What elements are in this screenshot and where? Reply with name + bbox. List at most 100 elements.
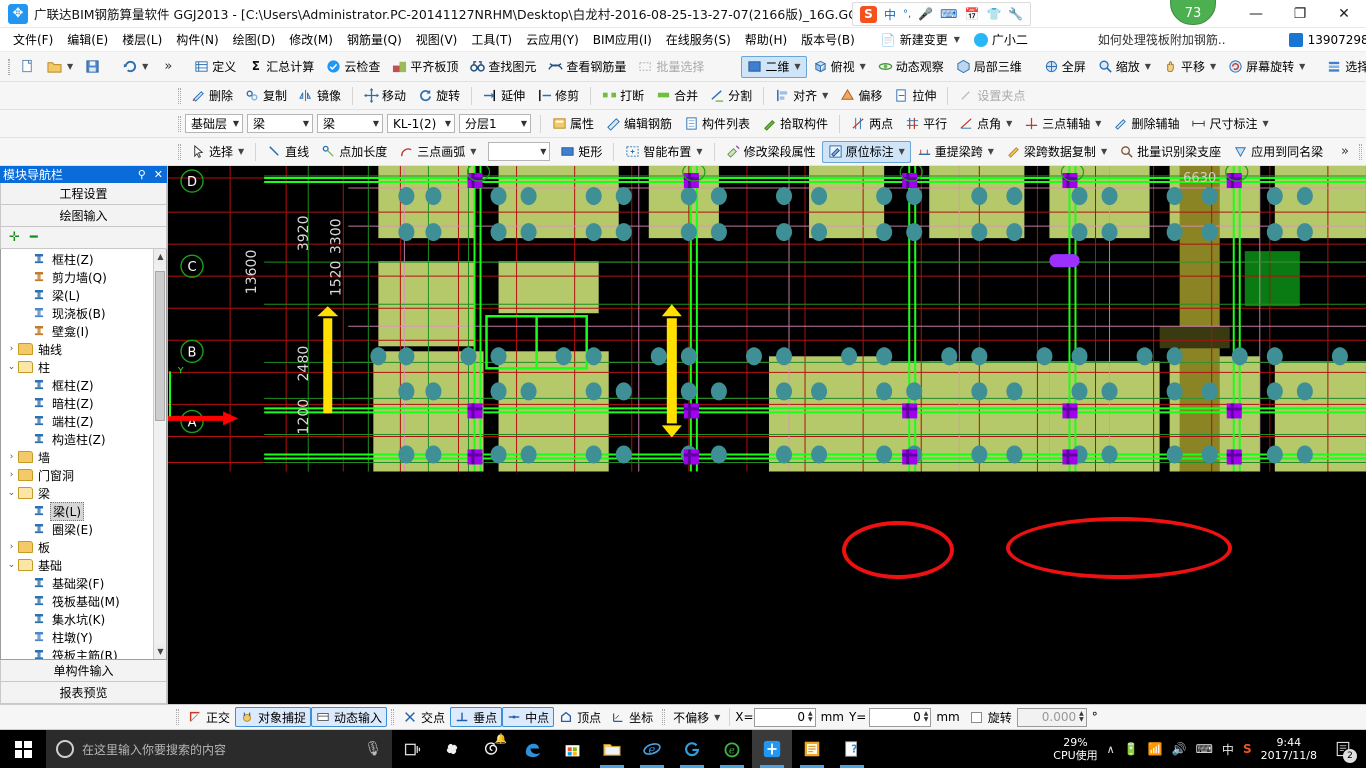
- sidebar-button-report-preview[interactable]: 报表预览: [0, 682, 167, 704]
- snap-object-button[interactable]: 对象捕捉: [235, 707, 312, 727]
- chevron-up-icon[interactable]: ∧: [1107, 743, 1115, 756]
- chevron-right-icon[interactable]: ›: [5, 344, 18, 354]
- set-grip-button[interactable]: 设置夹点: [953, 85, 1031, 107]
- ime-punct-label[interactable]: °,: [903, 9, 911, 20]
- rect-tool-button[interactable]: 矩形: [554, 141, 608, 163]
- view-2d-button[interactable]: 二维 ▼: [741, 55, 807, 78]
- new-file-button[interactable]: [14, 56, 41, 78]
- merge-button[interactable]: 合并: [650, 85, 704, 107]
- dimension-button[interactable]: 尺寸标注 ▼: [1185, 113, 1274, 135]
- snap-perpendicular-button[interactable]: 垂点: [450, 707, 503, 727]
- inplace-chevron-down-icon[interactable]: ▼: [899, 147, 905, 156]
- pan-button[interactable]: 平移 ▼: [1157, 56, 1222, 78]
- component-subtype-combo[interactable]: 梁 ▼: [317, 114, 383, 133]
- account-phone[interactable]: 13907298339: [1308, 33, 1366, 47]
- tree-node-2[interactable]: 梁(L): [1, 286, 166, 304]
- task-view-icon[interactable]: [392, 730, 432, 768]
- menu-item-file[interactable]: 文件(F): [6, 28, 60, 51]
- tree-node-5[interactable]: › 轴线: [1, 340, 166, 358]
- tree-node-15[interactable]: 圈梁(E): [1, 520, 166, 538]
- calendar-icon[interactable]: 📅: [964, 7, 979, 21]
- open-file-button[interactable]: ▼: [41, 56, 79, 78]
- menu-item-draw[interactable]: 绘图(D): [226, 28, 283, 51]
- stretch-button[interactable]: 拉伸: [888, 85, 942, 107]
- tree-node-8[interactable]: 暗柱(Z): [1, 394, 166, 412]
- chevron-right-icon[interactable]: ›: [5, 542, 18, 552]
- wifi-icon[interactable]: 📶: [1148, 742, 1163, 756]
- pick-component-button[interactable]: 拾取构件: [756, 113, 834, 135]
- component-type-combo[interactable]: 梁 ▼: [247, 114, 313, 133]
- ime-lang-indicator[interactable]: 中: [1222, 741, 1234, 758]
- tree-node-20[interactable]: 集水坑(K): [1, 610, 166, 628]
- orbit-button[interactable]: 动态观察: [872, 56, 950, 78]
- edit-rebar-button[interactable]: 编辑钢筋: [600, 113, 678, 135]
- edge-icon[interactable]: [512, 730, 552, 768]
- mirror-button[interactable]: 镜像: [293, 85, 347, 107]
- explorer-icon[interactable]: [592, 730, 632, 768]
- chevron-down-icon[interactable]: ▼: [515, 119, 527, 128]
- select-chevron-down-icon[interactable]: ▼: [238, 147, 244, 156]
- draw-toolbar-grip[interactable]: [178, 143, 181, 160]
- copy-span-data-button[interactable]: 梁跨数据复制 ▼: [1000, 141, 1113, 163]
- volume-icon[interactable]: 🔊: [1172, 742, 1187, 756]
- chevron-down-icon[interactable]: ▼: [297, 119, 309, 128]
- two-point-axis-button[interactable]: 两点: [845, 113, 899, 135]
- batch-select-button[interactable]: 批量选择: [632, 56, 710, 78]
- component-tree[interactable]: 框柱(Z) 剪力墙(Q) 梁(L) 现浇板(B) 壁龛(I) › 轴线 ⌄ 柱框柱(Z) 暗柱(Z…: [0, 249, 167, 660]
- arc-chevron-down-icon[interactable]: ▼: [470, 147, 476, 156]
- taskbar-search-input[interactable]: 在这里输入你要搜索的内容 🎙: [46, 730, 392, 768]
- zoom-button[interactable]: 缩放 ▼: [1092, 56, 1157, 78]
- keyboard-icon[interactable]: ⌨: [1196, 742, 1213, 756]
- chevron-down-icon[interactable]: ▼: [534, 147, 546, 156]
- snap-intersection-button[interactable]: 交点: [398, 707, 450, 727]
- chevron-down-icon[interactable]: ⌄: [5, 560, 18, 570]
- tree-node-21[interactable]: 柱墩(Y): [1, 628, 166, 646]
- tree-node-7[interactable]: 框柱(Z): [1, 376, 166, 394]
- offset-button[interactable]: 偏移: [834, 85, 888, 107]
- snap-coordinate-button[interactable]: 坐标: [606, 707, 658, 727]
- menu-item-tools[interactable]: 工具(T): [464, 28, 519, 51]
- y-input[interactable]: 0 ▲ ▼: [869, 707, 932, 727]
- select-tool-button[interactable]: 选择 ▼: [185, 141, 250, 163]
- tree-node-19[interactable]: 筏板基础(M): [1, 592, 166, 610]
- microphone-icon[interactable]: 🎤: [918, 7, 933, 21]
- help-icon[interactable]: ?: [832, 730, 872, 768]
- menu-item-bim[interactable]: BIM应用(I): [586, 28, 659, 51]
- account-area[interactable]: 13907298339 ▼: [1288, 32, 1366, 47]
- snap-midpoint-button[interactable]: 中点: [502, 707, 555, 727]
- tree-node-13[interactable]: ⌄ 梁: [1, 484, 166, 502]
- taskbar-clock[interactable]: 9:44 2017/11/8: [1261, 736, 1317, 762]
- notepad-icon[interactable]: [792, 730, 832, 768]
- snap-ortho-button[interactable]: 正交: [183, 707, 235, 727]
- new-change-button[interactable]: 📄 新建变更 ▼: [874, 28, 967, 51]
- screen-rotate-chevron-down-icon[interactable]: ▼: [1299, 62, 1305, 71]
- tree-node-4[interactable]: 壁龛(I): [1, 322, 166, 340]
- wrench-icon[interactable]: 🔧: [1008, 7, 1023, 21]
- menu-item-version[interactable]: 版本号(B): [794, 28, 862, 51]
- tree-node-18[interactable]: 基础梁(F): [1, 574, 166, 592]
- component-name-combo[interactable]: KL-1(2) ▼: [387, 114, 455, 133]
- properties-button[interactable]: 属性: [546, 113, 600, 135]
- scroll-down-icon[interactable]: ▼: [154, 644, 166, 659]
- three-point-axis-button[interactable]: 三点辅轴 ▼: [1018, 113, 1107, 135]
- re-span-button[interactable]: 重提梁跨 ▼: [911, 141, 1000, 163]
- promo-link[interactable]: 如何处理筏板附加钢筋..: [1091, 28, 1233, 51]
- batch-identify-support-button[interactable]: 批量识别梁支座: [1113, 141, 1227, 163]
- tree-vertical-scrollbar[interactable]: ▲ ▼: [153, 249, 166, 659]
- delete-axis-button[interactable]: 删除辅轴: [1107, 113, 1185, 135]
- view-rebar-qty-button[interactable]: 查看钢筋量: [542, 56, 632, 78]
- chevron-down-icon[interactable]: ▼: [367, 119, 379, 128]
- notification-center-icon[interactable]: 2: [1326, 730, 1360, 768]
- save-button[interactable]: [79, 56, 106, 78]
- extend-button[interactable]: 延伸: [477, 85, 531, 107]
- scroll-up-icon[interactable]: ▲: [154, 249, 166, 264]
- offset-chevron-down-icon[interactable]: ▼: [714, 713, 720, 722]
- cpu-usage-indicator[interactable]: 29% CPU使用: [1053, 736, 1097, 762]
- edit-toolbar-grip[interactable]: [178, 87, 181, 104]
- align-button[interactable]: 对齐 ▼: [769, 85, 834, 107]
- collapse-all-icon[interactable]: ━: [30, 230, 38, 245]
- tree-node-14[interactable]: 梁(L): [1, 501, 166, 521]
- smart-layout-chevron-down-icon[interactable]: ▼: [696, 147, 702, 156]
- define-button[interactable]: 定义: [188, 56, 242, 78]
- context-toolbar-grip[interactable]: [178, 115, 181, 132]
